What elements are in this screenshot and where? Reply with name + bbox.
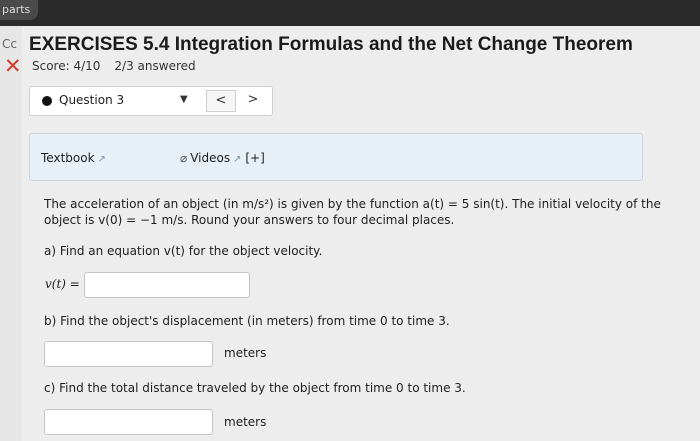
- question-select[interactable]: Question 3 ▼: [30, 87, 202, 115]
- displacement-unit: meters: [224, 346, 267, 360]
- external-link-icon: ↗: [97, 154, 106, 165]
- next-question-button[interactable]: >: [238, 90, 268, 112]
- part-a-prompt: a) Find an equation v(t) for the object …: [44, 244, 323, 258]
- textbook-label: Textbook: [41, 151, 95, 165]
- paperclip-icon: ⌀: [180, 151, 188, 165]
- page-title: EXERCISES 5.4 Integration Formulas and t…: [29, 34, 633, 55]
- left-edge-panel: [0, 26, 22, 441]
- close-icon[interactable]: ✕: [4, 56, 24, 77]
- chevron-down-icon: ▼: [180, 94, 188, 105]
- problem-line-1: The acceleration of an object (in m/s²) …: [44, 197, 661, 211]
- distance-unit: meters: [224, 415, 267, 429]
- question-label: Question 3: [59, 93, 125, 107]
- textbook-link[interactable]: Textbook ↗: [41, 151, 106, 165]
- external-link-icon: ↗: [233, 154, 242, 165]
- videos-link[interactable]: ⌀ Videos ↗ [+]: [180, 151, 265, 165]
- question-navigator: Question 3 ▼ < >: [29, 86, 273, 116]
- videos-expand[interactable]: [+]: [245, 151, 264, 165]
- problem-line-2: object is v(0) = −1 m/s. Round your answ…: [44, 213, 455, 227]
- left-edge-text: Cc: [2, 37, 17, 51]
- score-line: Score: 4/10 2/3 answered: [32, 59, 210, 73]
- part-c-prompt: c) Find the total distance traveled by t…: [44, 381, 466, 395]
- distance-answer-input[interactable]: [44, 409, 213, 435]
- question-status-dot: [42, 96, 52, 106]
- previous-question-button[interactable]: <: [206, 90, 236, 112]
- part-b-prompt: b) Find the object's displacement (in me…: [44, 314, 450, 328]
- videos-label: Videos: [190, 151, 231, 165]
- velocity-label: v(t) =: [45, 277, 80, 291]
- resources-panel: Textbook ↗ ⌀ Videos ↗ [+]: [29, 133, 643, 181]
- browser-tab[interactable]: parts: [0, 0, 39, 20]
- answered-count: 2/3 answered: [114, 59, 196, 73]
- problem-statement: The acceleration of an object (in m/s²) …: [44, 196, 661, 228]
- browser-top-bar: parts: [0, 0, 700, 26]
- score-text: Score: 4/10: [32, 59, 101, 73]
- velocity-answer-input[interactable]: [84, 272, 250, 298]
- displacement-answer-input[interactable]: [44, 341, 213, 367]
